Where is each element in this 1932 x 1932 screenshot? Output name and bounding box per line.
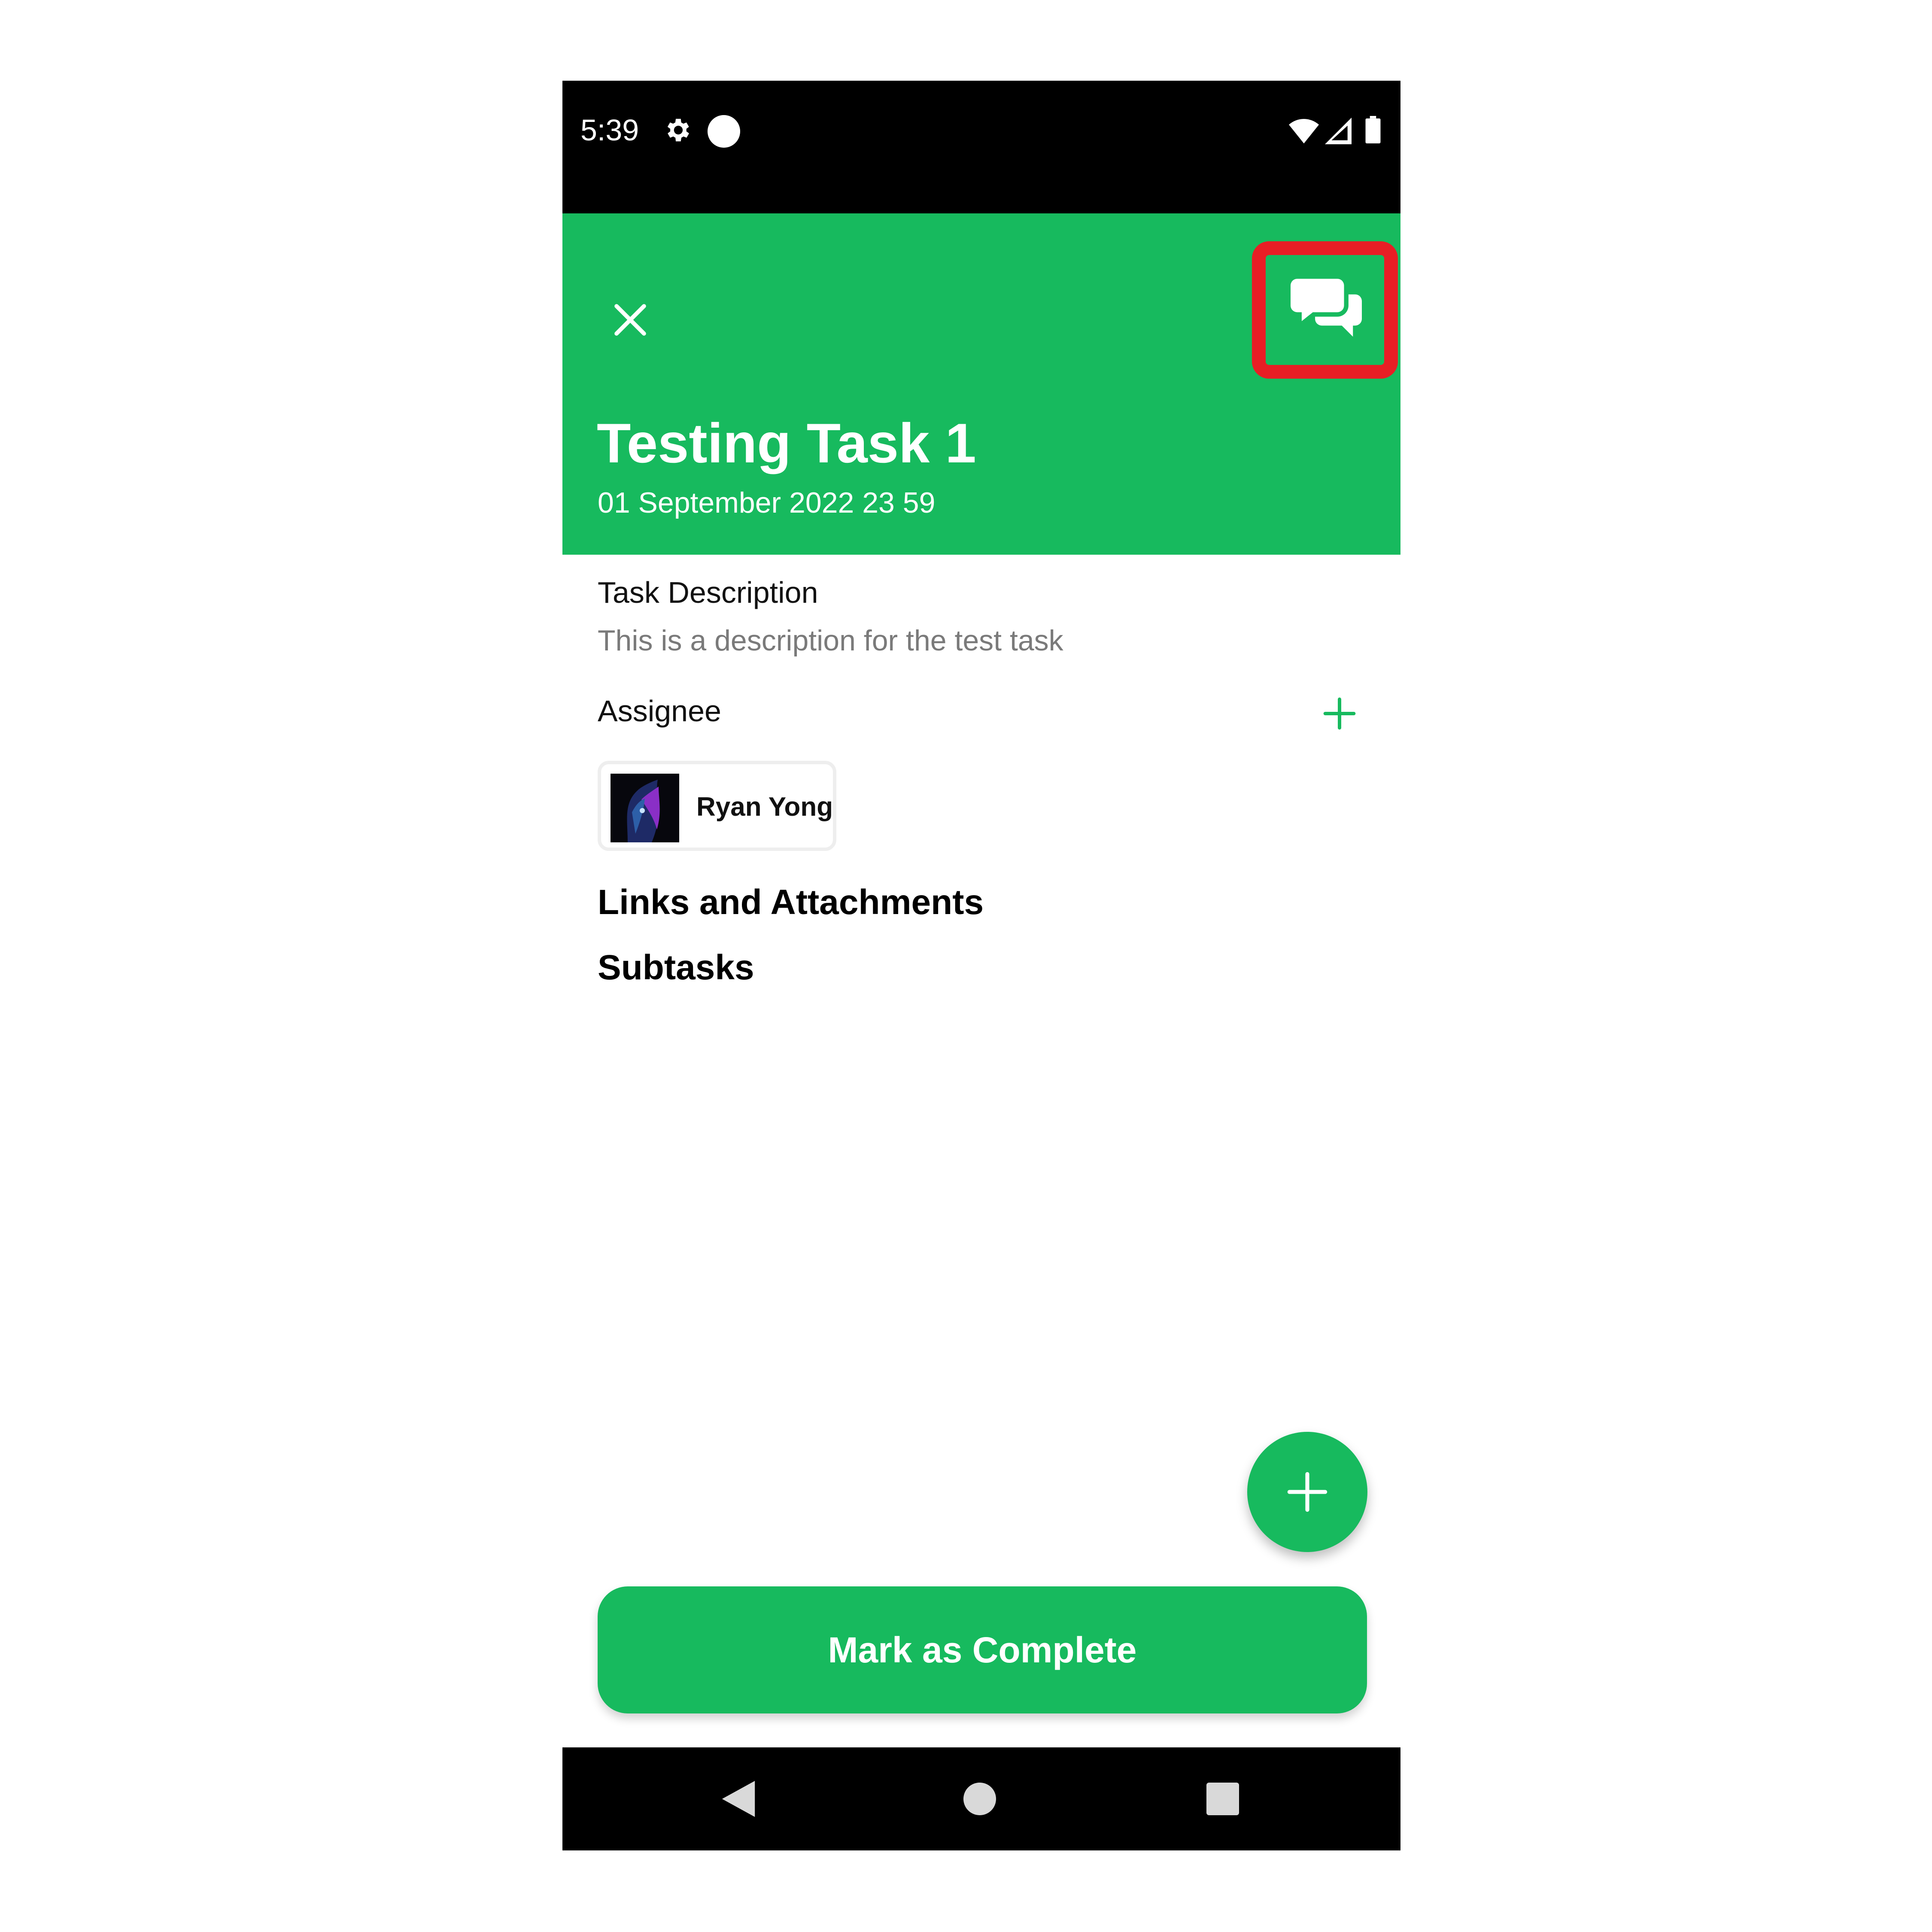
- home-icon[interactable]: [963, 1783, 996, 1815]
- phone-screen: 5:39 Testing Task 1 01 September 2022 23…: [562, 81, 1400, 1850]
- avatar: [611, 774, 679, 842]
- close-icon[interactable]: [610, 299, 651, 340]
- task-due-date: 01 September 2022 23 59: [598, 486, 936, 519]
- recents-icon[interactable]: [1206, 1783, 1239, 1815]
- assignee-name: Ryan Yong: [696, 792, 833, 822]
- battery-icon: [1365, 116, 1381, 143]
- status-bar: 5:39: [562, 81, 1400, 213]
- links-attachments-heading: Links and Attachments: [598, 883, 984, 922]
- task-description-text: This is a description for the test task: [598, 624, 1063, 657]
- signal-icon: [1325, 118, 1352, 144]
- gear-icon: [667, 118, 689, 142]
- notification-dot-icon: [708, 115, 740, 148]
- plus-icon: [1287, 1472, 1327, 1512]
- avatar-image-icon: [611, 774, 679, 842]
- add-fab-button[interactable]: [1247, 1432, 1367, 1552]
- task-header: Testing Task 1 01 September 2022 23 59: [562, 213, 1400, 555]
- status-time: 5:39: [580, 113, 639, 147]
- mark-complete-button[interactable]: Mark as Complete: [598, 1586, 1367, 1713]
- back-icon[interactable]: [721, 1781, 756, 1817]
- chat-icon[interactable]: [1291, 279, 1362, 341]
- subtasks-heading: Subtasks: [598, 948, 754, 987]
- navigation-bar: [562, 1747, 1400, 1850]
- add-assignee-plus-icon[interactable]: [1322, 696, 1357, 731]
- assignee-chip[interactable]: Ryan Yong: [598, 761, 836, 851]
- task-description-label: Task Description: [598, 576, 818, 609]
- assignee-label: Assignee: [598, 694, 721, 728]
- task-title: Testing Task 1: [597, 412, 976, 474]
- wifi-icon: [1289, 119, 1319, 144]
